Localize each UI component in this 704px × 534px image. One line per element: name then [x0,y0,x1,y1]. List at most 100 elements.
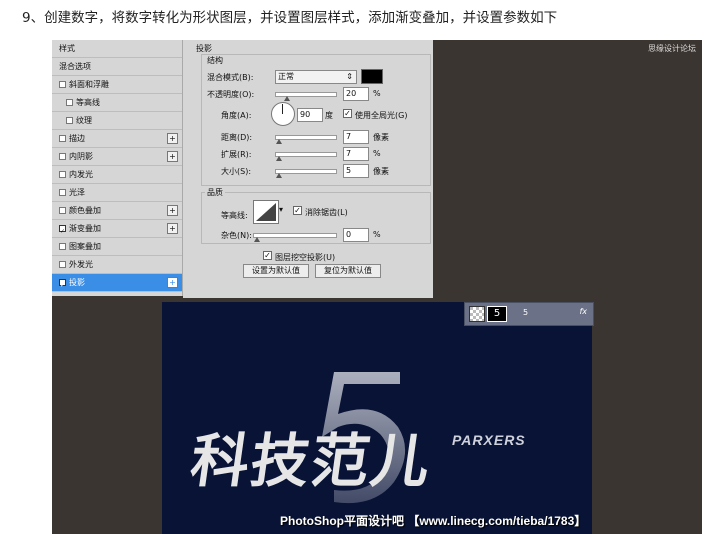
style-label: 外发光 [69,260,93,269]
style-label: 内发光 [69,170,93,179]
layer-row[interactable]: 5 5 fx [464,302,594,326]
style-label: 混合选项 [59,62,91,71]
distance-input[interactable]: 7 [343,130,369,144]
opacity-label: 不透明度(O): [207,90,255,99]
style-checkbox[interactable] [66,117,73,124]
layer-thumbnail[interactable]: 5 [487,306,507,322]
style-checkbox[interactable] [59,225,66,232]
style-label: 颜色叠加 [69,206,101,215]
antialias-checkbox[interactable]: ✓ [293,206,302,215]
opacity-slider[interactable] [275,92,337,101]
opacity-input[interactable]: 20 [343,87,369,101]
contour-label: 等高线: [221,211,248,220]
style-item[interactable]: 渐变叠加 + [52,220,182,238]
style-checkbox[interactable] [59,207,66,214]
style-checkbox[interactable] [59,279,66,286]
style-item[interactable]: 纹理 [52,112,182,130]
layer-mask-thumbnail[interactable] [469,306,485,322]
angle-input[interactable]: 90 [297,108,323,122]
style-item[interactable]: 等高线 [52,94,182,112]
structure-title: 结构 [205,55,225,66]
set-default-button[interactable]: 设置为默认值 [243,264,309,278]
size-slider[interactable] [275,169,337,178]
style-label: 样式 [59,44,75,53]
distance-label: 距离(D): [221,133,253,142]
photoshop-screenshot: 样式混合选项斜面和浮雕等高线纹理描边 + 内阴影 + 内发光光泽颜色叠加 + 渐变叠加 + 图案… [52,40,702,534]
style-label: 内阴影 [69,152,93,161]
noise-unit: % [373,230,381,239]
blend-mode-value: 正常 [278,72,294,81]
angle-unit: 度 [325,111,333,120]
noise-slider[interactable] [253,233,337,242]
style-item[interactable]: 斜面和浮雕 [52,76,182,94]
style-checkbox[interactable] [59,171,66,178]
styles-list: 样式混合选项斜面和浮雕等高线纹理描边 + 内阴影 + 内发光光泽颜色叠加 + 渐变叠加 + 图案… [52,40,183,296]
distance-slider[interactable] [275,135,337,144]
reset-default-button[interactable]: 复位为默认值 [315,264,381,278]
size-label: 大小(S): [221,167,252,176]
size-unit: 像素 [373,167,389,176]
style-item[interactable]: 投影 + [52,274,182,292]
noise-slider-thumb[interactable] [254,237,260,242]
global-light-label: 使用全局光(G) [355,111,408,120]
style-item[interactable]: 样式 [52,40,182,58]
angle-dial[interactable] [271,102,295,126]
fx-icon[interactable]: fx [579,307,587,316]
style-checkbox[interactable] [59,261,66,268]
drop-shadow-settings: 投影 结构 混合模式(B): 正常 ⇕ 不透明度(O): 20 % 角度(A):… [183,40,433,298]
style-label: 描边 [69,134,85,143]
contour-curve-icon [256,203,276,221]
style-item[interactable]: 混合选项 [52,58,182,76]
shadow-color-swatch[interactable] [361,69,383,84]
footer-watermark: PhotoShop平面设计吧 【www.linecg.com/tieba/178… [280,514,587,528]
section-title: 投影 [196,44,212,53]
contour-picker[interactable] [253,200,279,224]
style-item[interactable]: 图案叠加 [52,238,182,256]
spread-unit: % [373,149,381,158]
knockout-checkbox[interactable]: ✓ [263,251,272,260]
style-label: 图案叠加 [69,242,101,251]
blend-mode-select[interactable]: 正常 ⇕ [275,70,357,84]
step-caption: 9、创建数字，将数字转化为形状图层，并设置图层样式，添加渐变叠加，并设置参数如下 [22,10,558,26]
style-label: 斜面和浮雕 [69,80,109,89]
global-light-checkbox[interactable]: ✓ [343,109,352,118]
style-item[interactable]: 光泽 [52,184,182,202]
spread-slider[interactable] [275,152,337,161]
spread-slider-thumb[interactable] [276,156,282,161]
add-style-icon[interactable]: + [167,133,178,144]
add-style-icon[interactable]: + [167,223,178,234]
style-item[interactable]: 内发光 [52,166,182,184]
angle-label: 角度(A): [221,111,252,120]
watermark-top: 思缘设计论坛 [648,44,696,53]
add-style-icon[interactable]: + [167,205,178,216]
artwork-canvas: 科技范儿 PARXERS PhotoShop平面设计吧 【www.linecg.… [162,302,592,534]
style-checkbox[interactable] [59,153,66,160]
contour-dropdown-icon[interactable]: ▾ [279,205,283,214]
knockout-label: 图层挖空投影(U) [275,253,336,262]
style-label: 投影 [69,278,85,287]
size-input[interactable]: 5 [343,164,369,178]
spread-label: 扩展(R): [221,150,252,159]
layer-name: 5 [523,308,529,317]
style-checkbox[interactable] [59,135,66,142]
add-style-icon[interactable]: + [167,277,178,288]
style-item[interactable]: 颜色叠加 + [52,202,182,220]
distance-slider-thumb[interactable] [276,139,282,144]
add-style-icon[interactable]: + [167,151,178,162]
noise-label: 杂色(N): [221,231,252,240]
spread-input[interactable]: 7 [343,147,369,161]
style-item[interactable]: 内阴影 + [52,148,182,166]
noise-input[interactable]: 0 [343,228,369,242]
style-item[interactable]: 外发光 [52,256,182,274]
distance-unit: 像素 [373,133,389,142]
style-label: 纹理 [76,116,92,125]
antialias-label: 消除锯齿(L) [305,208,348,217]
style-label: 等高线 [76,98,100,107]
style-checkbox[interactable] [59,243,66,250]
style-checkbox[interactable] [59,189,66,196]
style-checkbox[interactable] [66,99,73,106]
size-slider-thumb[interactable] [276,173,282,178]
style-item[interactable]: 描边 + [52,130,182,148]
style-checkbox[interactable] [59,81,66,88]
opacity-slider-thumb[interactable] [284,96,290,101]
